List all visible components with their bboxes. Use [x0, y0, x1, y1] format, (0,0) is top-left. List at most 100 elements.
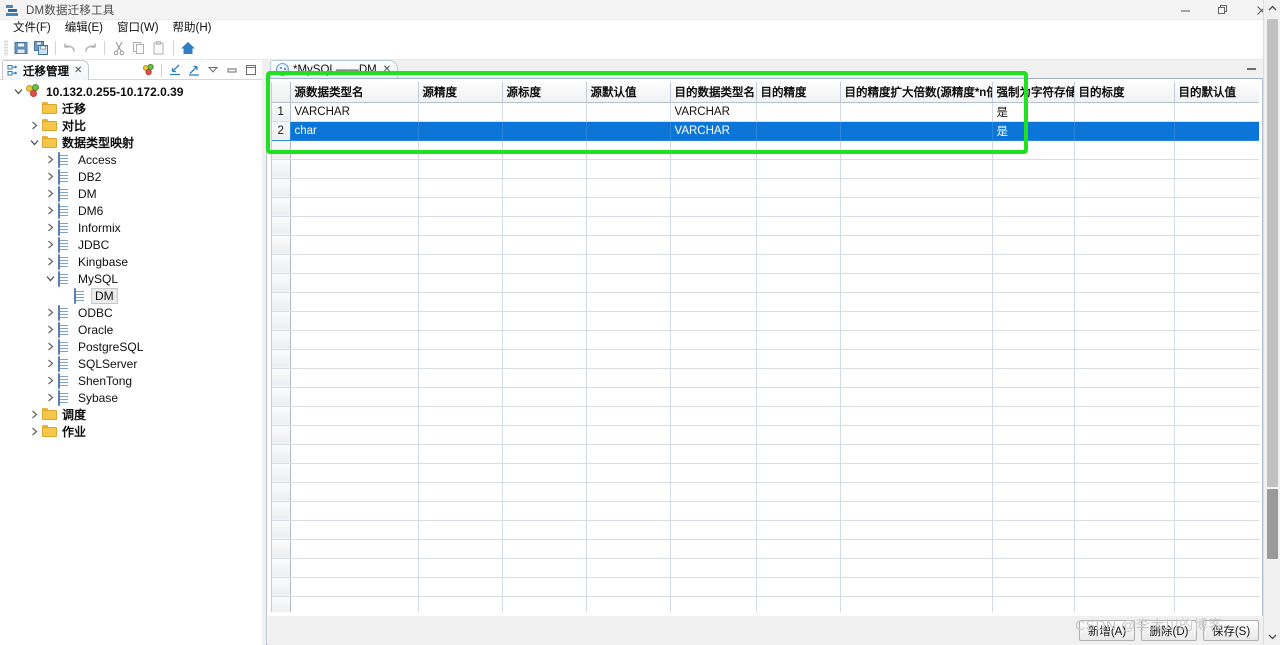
row-number[interactable]	[272, 558, 291, 578]
table-cell[interactable]	[418, 159, 503, 179]
table-cell[interactable]	[1174, 368, 1259, 388]
table-cell[interactable]	[586, 387, 671, 407]
table-cell[interactable]	[502, 539, 587, 559]
table-cell[interactable]	[756, 349, 841, 369]
tree-item-postgresql[interactable]: PostgreSQL	[0, 338, 262, 355]
table-cell[interactable]	[756, 140, 841, 160]
table-cell[interactable]	[1074, 178, 1175, 198]
chevron-right-icon[interactable]	[42, 338, 58, 355]
row-number[interactable]	[272, 577, 291, 597]
table-cell[interactable]	[840, 539, 993, 559]
table-cell[interactable]	[1074, 577, 1175, 597]
table-row-empty[interactable]	[272, 140, 1259, 160]
tree-item-informix[interactable]: Informix	[0, 219, 262, 236]
table-cell[interactable]	[290, 577, 419, 597]
table-cell[interactable]	[992, 596, 1075, 612]
table-cell[interactable]	[840, 482, 993, 502]
table-cell[interactable]	[418, 197, 503, 217]
table-cell[interactable]	[756, 102, 841, 122]
row-number[interactable]	[272, 425, 291, 445]
table-cell[interactable]	[1174, 444, 1259, 464]
table-cell[interactable]	[840, 235, 993, 255]
table-cell[interactable]	[992, 539, 1075, 559]
table-cell[interactable]	[756, 330, 841, 350]
table-cell[interactable]	[1074, 330, 1175, 350]
chevron-up-icon[interactable]	[1264, 0, 1280, 17]
table-cell[interactable]	[756, 406, 841, 426]
table-cell[interactable]	[1174, 349, 1259, 369]
table-cell[interactable]	[290, 444, 419, 464]
table-cell[interactable]	[290, 273, 419, 293]
minimize-view-icon[interactable]	[222, 61, 241, 79]
table-row-empty[interactable]	[272, 444, 1259, 464]
column-header[interactable]: 强制为字符存储	[992, 82, 1075, 103]
column-header[interactable]: 目的默认值	[1174, 82, 1259, 103]
table-cell[interactable]	[670, 520, 757, 540]
chevron-down-icon[interactable]	[26, 134, 42, 151]
table-cell[interactable]	[586, 520, 671, 540]
page-scrollbar[interactable]	[1263, 0, 1280, 645]
row-number[interactable]	[272, 254, 291, 274]
table-cell[interactable]	[756, 520, 841, 540]
table-cell[interactable]	[418, 539, 503, 559]
chevron-right-icon[interactable]	[42, 236, 58, 253]
chevron-right-icon[interactable]	[26, 117, 42, 134]
table-cell[interactable]	[290, 140, 419, 160]
table-cell[interactable]	[1174, 387, 1259, 407]
table-cell[interactable]	[670, 558, 757, 578]
row-number[interactable]	[272, 311, 291, 331]
scrollbar-thumb[interactable]	[1267, 489, 1278, 559]
tree-item-dm6[interactable]: DM6	[0, 202, 262, 219]
table-cell[interactable]	[1074, 558, 1175, 578]
table-cell[interactable]	[502, 102, 587, 122]
table-row[interactable]: 2 char VARCHAR 是	[272, 121, 1259, 141]
table-cell[interactable]	[586, 254, 671, 274]
table-cell[interactable]	[840, 463, 993, 483]
table-cell[interactable]	[586, 596, 671, 612]
table-row-empty[interactable]	[272, 273, 1259, 293]
table-cell[interactable]	[992, 482, 1075, 502]
row-number[interactable]	[272, 273, 291, 293]
table-cell[interactable]	[502, 425, 587, 445]
scrollbar-thumb-track[interactable]	[1267, 19, 1278, 487]
table-row-empty[interactable]	[272, 368, 1259, 388]
table-cell[interactable]	[670, 216, 757, 236]
migration-tree[interactable]: 10.132.0.255-10.172.0.39 迁移 对比 数据类型映射 Access…	[0, 80, 262, 643]
table-cell[interactable]	[992, 254, 1075, 274]
table-cell[interactable]	[992, 501, 1075, 521]
table-cell[interactable]	[502, 482, 587, 502]
table-cell[interactable]	[840, 501, 993, 521]
table-cell[interactable]	[290, 159, 419, 179]
table-cell[interactable]	[502, 292, 587, 312]
table-cell[interactable]	[840, 520, 993, 540]
table-cell[interactable]	[418, 463, 503, 483]
tree-item-odbc[interactable]: ODBC	[0, 304, 262, 321]
table-cell[interactable]	[290, 425, 419, 445]
table-cell[interactable]	[290, 292, 419, 312]
table-cell[interactable]	[840, 425, 993, 445]
table-cell[interactable]	[586, 216, 671, 236]
menu-window[interactable]: 窗口(W)	[110, 20, 166, 36]
table-cell[interactable]	[418, 273, 503, 293]
table-cell[interactable]	[670, 235, 757, 255]
table-cell[interactable]	[1174, 311, 1259, 331]
table-cell[interactable]	[418, 330, 503, 350]
table-cell[interactable]	[756, 216, 841, 236]
table-row-empty[interactable]	[272, 330, 1259, 350]
table-row-empty[interactable]	[272, 197, 1259, 217]
table-row-empty[interactable]	[272, 254, 1259, 274]
paste-icon[interactable]	[149, 38, 169, 58]
table-cell[interactable]	[1174, 197, 1259, 217]
table-cell[interactable]	[586, 330, 671, 350]
table-cell[interactable]	[502, 254, 587, 274]
table-cell[interactable]	[992, 292, 1075, 312]
table-cell[interactable]	[840, 368, 993, 388]
row-number[interactable]	[272, 501, 291, 521]
table-cell[interactable]	[502, 596, 587, 612]
table-cell[interactable]	[670, 178, 757, 198]
table-cell[interactable]	[418, 178, 503, 198]
row-number[interactable]	[272, 387, 291, 407]
table-cell[interactable]	[756, 558, 841, 578]
table-cell[interactable]	[670, 425, 757, 445]
table-row-empty[interactable]	[272, 178, 1259, 198]
